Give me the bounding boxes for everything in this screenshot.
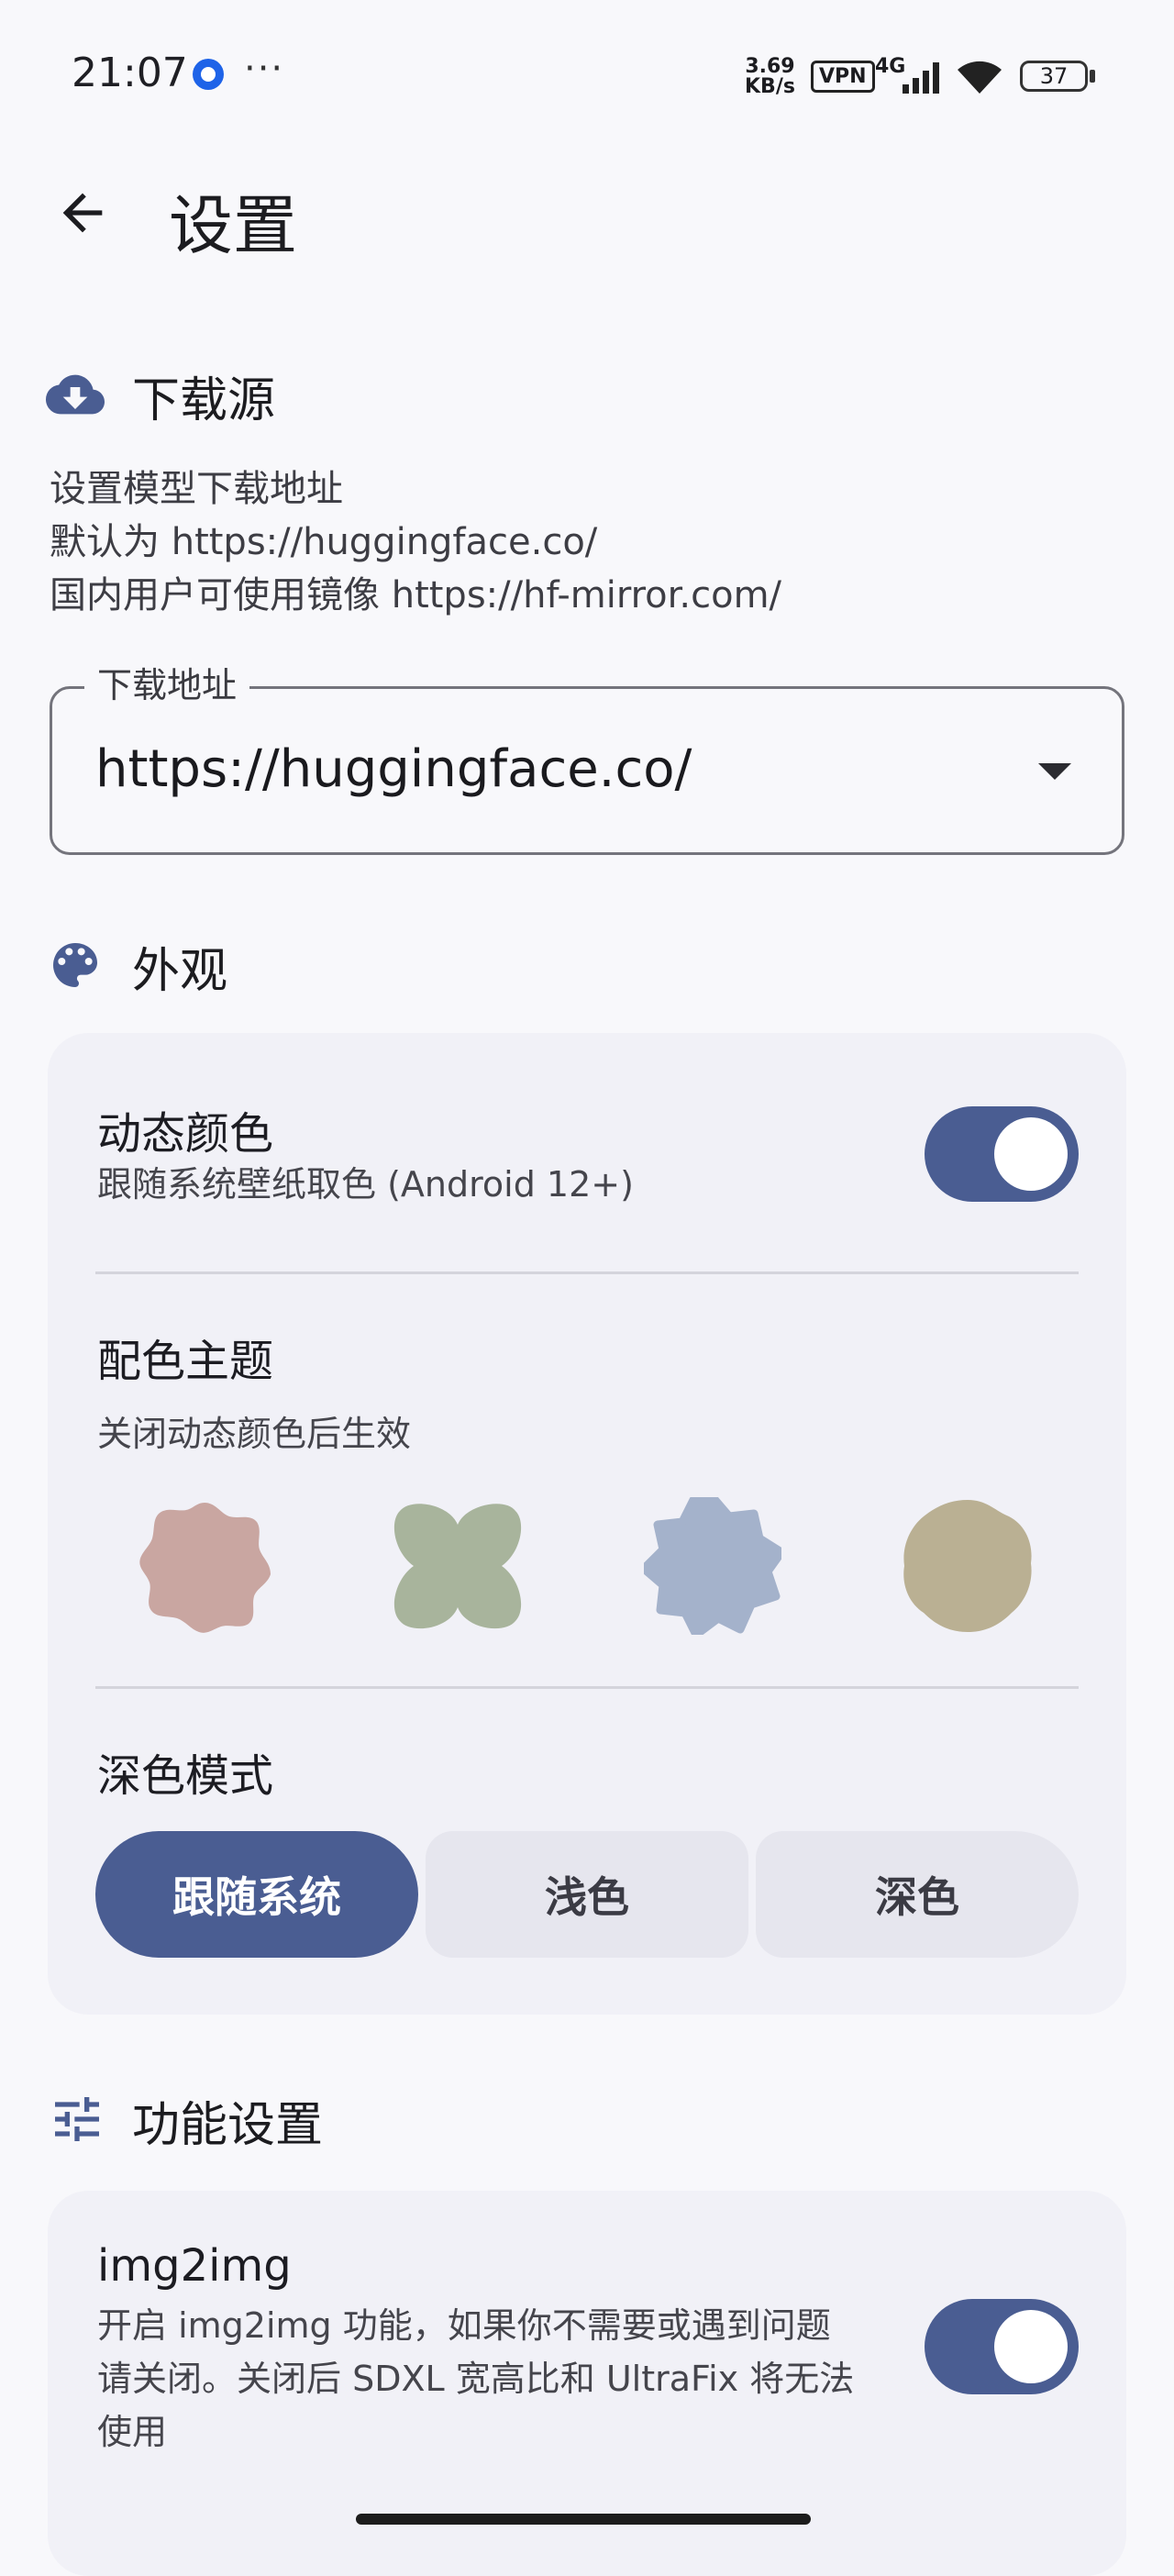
dropdown-arrow-icon[interactable] [1038, 763, 1071, 780]
app-notification-icon [193, 59, 224, 90]
img2img-desc-line: 请关闭。关闭后 SDXL 宽高比和 UltraFix 将无法 [97, 2359, 855, 2399]
dark-mode-title: 深色模式 [97, 1750, 274, 1802]
page-title: 设置 [169, 188, 297, 263]
vpn-badge: VPN [811, 61, 875, 93]
img2img-title: img2img [97, 2240, 292, 2292]
dark-mode-option-system[interactable]: 跟随系统 [95, 1831, 418, 1958]
section-title-appearance: 外观 [132, 944, 228, 999]
divider [95, 1271, 1079, 1274]
section-title-download: 下载源 [132, 373, 276, 428]
download-desc-line: 默认为 https://huggingface.co/ [50, 521, 598, 563]
dynamic-color-toggle[interactable] [925, 1106, 1079, 1202]
dark-mode-option-light[interactable]: 浅色 [426, 1831, 748, 1958]
signal-icon [903, 62, 939, 94]
toggle-knob [994, 1117, 1068, 1191]
home-indicator[interactable] [356, 2514, 811, 2525]
img2img-desc-line: 开启 img2img 功能，如果你不需要或遇到问题 [97, 2305, 831, 2346]
status-time: 21:07 [72, 50, 188, 96]
download-description: 设置模型下载地址 默认为 https://huggingface.co/ 国内用… [50, 462, 781, 622]
cloud-download-icon [46, 374, 105, 415]
section-title-features: 功能设置 [132, 2098, 324, 2153]
color-theme-title: 配色主题 [97, 1336, 274, 1387]
divider [95, 1686, 1079, 1689]
dynamic-color-title: 动态颜色 [97, 1108, 274, 1160]
color-theme-subtitle: 关闭动态颜色后生效 [97, 1414, 412, 1454]
download-url-label: 下载地址 [84, 657, 250, 707]
wifi-icon [958, 61, 1002, 94]
download-desc-line: 国内用户可使用镜像 https://hf-mirror.com/ [50, 574, 782, 616]
dynamic-color-subtitle: 跟随系统壁纸取色 (Android 12+) [97, 1164, 634, 1205]
img2img-description: 开启 img2img 功能，如果你不需要或遇到问题 请关闭。关闭后 SDXL 宽… [97, 2299, 923, 2459]
theme-swatch-khaki[interactable] [899, 1497, 1036, 1635]
img2img-toggle[interactable] [925, 2299, 1079, 2394]
download-desc-line: 设置模型下载地址 [50, 468, 343, 510]
tune-sliders-icon [55, 2097, 99, 2141]
toggle-knob [994, 2310, 1068, 2383]
arrow-left-icon[interactable] [53, 183, 112, 242]
network-speed: 3.69 KB/s [745, 57, 795, 97]
palette-icon [53, 943, 97, 987]
network-speed-unit: KB/s [745, 75, 795, 98]
dark-mode-option-dark[interactable]: 深色 [756, 1831, 1079, 1958]
img2img-desc-line: 使用 [97, 2412, 168, 2452]
theme-swatch-green[interactable] [389, 1497, 526, 1635]
download-url-value: https://huggingface.co/ [95, 739, 692, 799]
battery-icon: 37 [1020, 61, 1088, 92]
network-speed-value: 3.69 [745, 55, 795, 78]
battery-tip [1090, 70, 1095, 83]
theme-swatch-rose[interactable] [136, 1497, 273, 1635]
theme-swatch-blue[interactable] [644, 1497, 781, 1635]
more-notifications-icon: ··· [244, 48, 285, 90]
